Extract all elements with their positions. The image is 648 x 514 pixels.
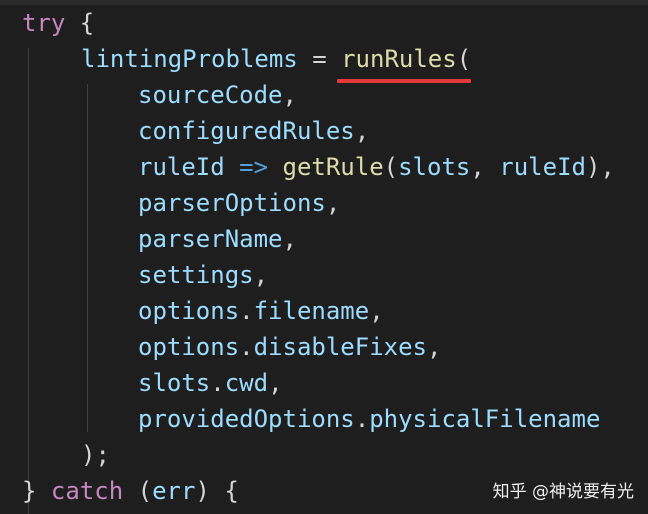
code-line[interactable]: );	[81, 441, 110, 469]
punctuation-token: ,	[369, 297, 384, 325]
bracket-token: (	[456, 45, 472, 73]
identifier-token: parserOptions	[138, 189, 326, 217]
operator-token: =>	[224, 153, 283, 181]
identifier-token: providedOptions	[138, 405, 355, 433]
identifier-token: ruleId	[138, 153, 225, 181]
code-line[interactable]: try {	[22, 9, 94, 37]
code-line[interactable]: options.filename,	[138, 297, 384, 325]
punctuation-token: ,	[282, 81, 297, 109]
punctuation-token: .	[239, 333, 254, 361]
keyword-token: catch	[50, 477, 124, 505]
punctuation-token: .	[354, 405, 370, 433]
punctuation-token: ,	[470, 153, 500, 181]
code-line[interactable]: sourceCode,	[138, 81, 297, 109]
identifier-token: settings	[138, 261, 254, 289]
code-line[interactable]: providedOptions.physicalFilename	[138, 405, 600, 433]
bracket-token: (	[383, 153, 399, 181]
indent-guide-level-2	[87, 84, 88, 432]
indent-guide-level-1	[28, 48, 29, 514]
identifier-token: slots	[398, 153, 471, 181]
identifier-token: options	[138, 297, 240, 325]
bracket-token: (	[123, 477, 153, 505]
identifier-token: cwd	[224, 369, 269, 397]
keyword-token: try	[22, 9, 66, 37]
punctuation-token: );	[81, 441, 110, 469]
punctuation-token: ,	[282, 225, 297, 253]
code-line[interactable]: settings,	[138, 261, 268, 289]
identifier-token: err	[152, 477, 196, 505]
punctuation-token: ,	[268, 369, 283, 397]
identifier-token: parserName	[138, 225, 283, 253]
code-line[interactable]: parserOptions,	[138, 189, 340, 217]
code-editor[interactable]: try { lintingProblems = runRules( source…	[0, 0, 648, 514]
code-line[interactable]: slots.cwd,	[138, 369, 283, 397]
punctuation-token: ,	[325, 189, 341, 217]
punctuation-token: =	[297, 45, 342, 73]
editor-top-border	[0, 0, 648, 5]
identifier-token: filename	[253, 297, 370, 325]
identifier-token: lintingProblems	[81, 45, 298, 73]
identifier-token: options	[138, 333, 240, 361]
code-line[interactable]: options.disableFixes,	[138, 333, 441, 361]
identifier-token: slots	[138, 369, 211, 397]
code-line[interactable]: } catch (err) {	[22, 477, 239, 505]
bracket-token: ) {	[195, 477, 239, 505]
identifier-token: physicalFilename	[369, 405, 601, 433]
bracket-token: }	[22, 477, 51, 505]
code-line[interactable]: parserName,	[138, 225, 297, 253]
punctuation-token: .	[239, 297, 254, 325]
identifier-token: ruleId	[499, 153, 586, 181]
punctuation-token: ,	[354, 117, 370, 145]
identifier-token: sourceCode	[138, 81, 283, 109]
identifier-token: configuredRules	[138, 117, 355, 145]
identifier-token: disableFixes	[253, 333, 427, 361]
code-line[interactable]: ruleId => getRule(slots, ruleId),	[138, 153, 615, 181]
runrules-highlight-underline	[337, 79, 471, 83]
punctuation-token: ),	[585, 153, 615, 181]
function-token: getRule	[282, 153, 384, 181]
bracket-token: {	[65, 9, 95, 37]
punctuation-token: ,	[253, 261, 269, 289]
function-token: runRules	[341, 45, 457, 73]
code-line[interactable]: lintingProblems = runRules(	[81, 45, 471, 73]
punctuation-token: ,	[427, 333, 442, 361]
punctuation-token: .	[210, 369, 225, 397]
code-line[interactable]: configuredRules,	[138, 117, 369, 145]
zhihu-watermark: 知乎 @神说要有光	[492, 482, 634, 502]
